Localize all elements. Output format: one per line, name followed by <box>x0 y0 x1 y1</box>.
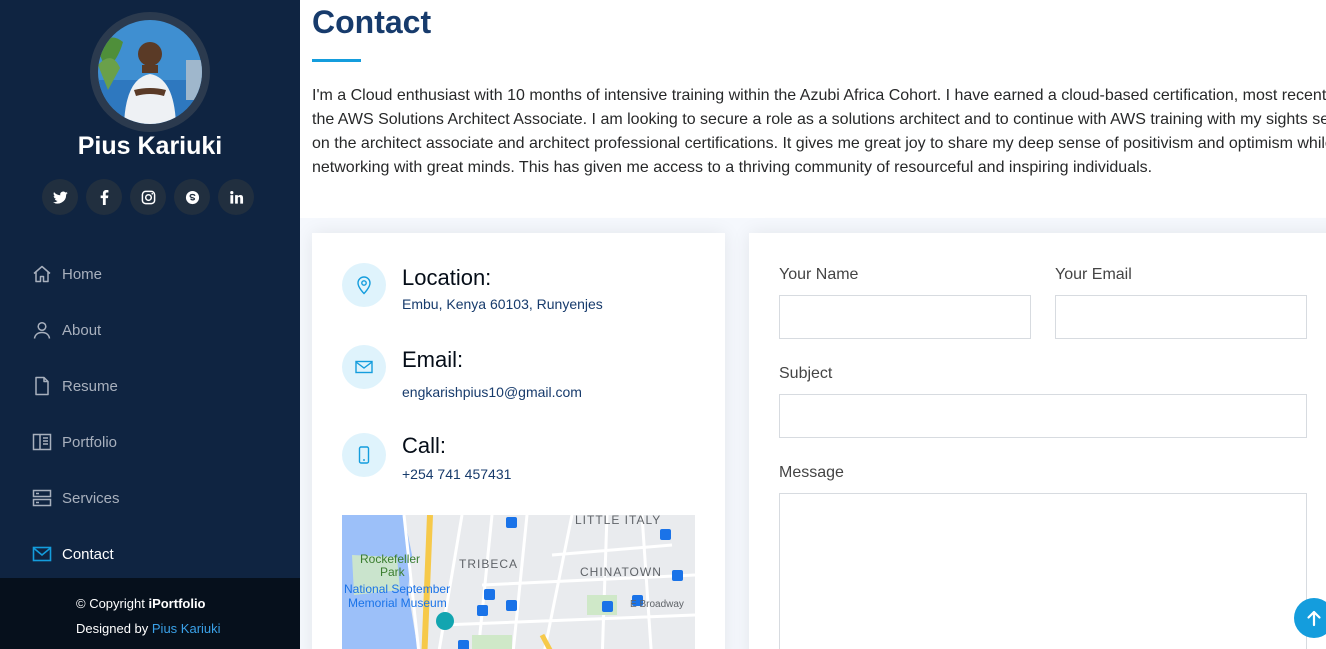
nav-item-about[interactable]: About <box>0 302 300 358</box>
skype-icon <box>185 190 199 204</box>
twitter-link[interactable] <box>42 179 78 215</box>
linkedin-link[interactable] <box>218 179 254 215</box>
back-to-top-button[interactable] <box>1294 598 1326 638</box>
avatar-ring <box>90 12 210 132</box>
call-value[interactable]: +254 741 457431 <box>402 466 511 482</box>
phone-icon <box>342 433 386 477</box>
instagram-link[interactable] <box>130 179 166 215</box>
sidebar: Pius Kariuki Home About Resume Portfolio… <box>0 0 300 649</box>
location-map[interactable]: LITTLE ITALY TRIBECA CHINATOWN Rockefell… <box>342 515 695 649</box>
location-block: Location: Embu, Kenya 60103, Runyenjes <box>342 263 712 323</box>
social-links <box>42 179 254 215</box>
sidebar-footer: © Copyright iPortfolio Designed by Pius … <box>0 578 300 649</box>
owner-name: Pius Kariuki <box>77 132 223 160</box>
twitter-icon <box>52 191 68 204</box>
email-block: Email: engkarishpius10@gmail.com <box>342 345 712 405</box>
book-icon <box>32 432 52 452</box>
designer-link[interactable]: Pius Kariuki <box>152 621 221 636</box>
instagram-icon <box>141 190 155 204</box>
call-label: Call: <box>402 433 447 458</box>
map-label: E Broadway <box>630 599 684 610</box>
server-icon <box>32 488 52 508</box>
copyright-prefix: © Copyright <box>76 596 149 611</box>
copyright-line: © Copyright iPortfolio <box>76 596 206 611</box>
envelope-icon <box>32 544 52 564</box>
name-input[interactable] <box>779 295 1031 339</box>
contact-section: Contact I'm a Cloud enthusiast with 10 m… <box>300 0 1326 649</box>
brand-name: iPortfolio <box>148 596 206 611</box>
envelope-icon <box>342 345 386 389</box>
nav-label: Portfolio <box>62 433 118 451</box>
nav-item-portfolio[interactable]: Portfolio <box>0 414 300 470</box>
subject-label: Subject <box>779 365 833 382</box>
nav-item-home[interactable]: Home <box>0 246 300 302</box>
message-label: Message <box>779 464 844 481</box>
message-textarea[interactable] <box>779 493 1307 649</box>
call-block: Call: +254 741 457431 <box>342 433 712 493</box>
subject-input[interactable] <box>779 394 1307 438</box>
location-value: Embu, Kenya 60103, Runyenjes <box>402 296 603 312</box>
name-label: Your Name <box>779 266 859 283</box>
location-label: Location: <box>402 265 492 290</box>
email-label: Email: <box>402 347 464 372</box>
email-value[interactable]: engkarishpius10@gmail.com <box>402 384 582 400</box>
map-label: TRIBECA <box>459 557 518 571</box>
map-label: National September <box>344 582 450 596</box>
home-icon <box>32 264 52 284</box>
nav-item-contact[interactable]: Contact <box>0 526 300 582</box>
geo-pin-icon <box>342 263 386 307</box>
map-label: Memorial Museum <box>348 596 447 610</box>
nav-label: About <box>62 321 102 339</box>
nav-label: Resume <box>62 377 118 395</box>
person-icon <box>32 320 52 340</box>
file-icon <box>32 376 52 396</box>
designed-by-prefix: Designed by <box>76 621 152 636</box>
linkedin-icon <box>229 190 243 204</box>
nav-label: Contact <box>62 545 114 563</box>
nav-item-services[interactable]: Services <box>0 470 300 526</box>
nav-label: Home <box>62 265 103 283</box>
facebook-icon <box>100 189 108 205</box>
map-label: LITTLE ITALY <box>575 515 661 527</box>
avatar <box>98 20 202 124</box>
intro-paragraph: I'm a Cloud enthusiast with 10 months of… <box>312 87 1326 176</box>
section-title: Contact <box>312 4 432 40</box>
contact-info-card: Location: Embu, Kenya 60103, Runyenjes E… <box>312 233 725 649</box>
main-nav: Home About Resume Portfolio Services Con… <box>0 246 300 582</box>
map-label: Park <box>380 565 406 579</box>
nav-label: Services <box>62 489 120 507</box>
facebook-link[interactable] <box>86 179 122 215</box>
credits-line: Designed by Pius Kariuki <box>76 621 221 636</box>
email-label: Your Email <box>1055 266 1132 283</box>
map-label: CHINATOWN <box>580 565 662 579</box>
email-input[interactable] <box>1055 295 1307 339</box>
contact-form: Your Name Your Email Subject Message <box>749 233 1326 649</box>
title-underline <box>312 59 361 62</box>
arrow-up-icon <box>1307 610 1321 627</box>
skype-link[interactable] <box>174 179 210 215</box>
nav-item-resume[interactable]: Resume <box>0 358 300 414</box>
map-label: Rockefeller <box>360 552 420 566</box>
